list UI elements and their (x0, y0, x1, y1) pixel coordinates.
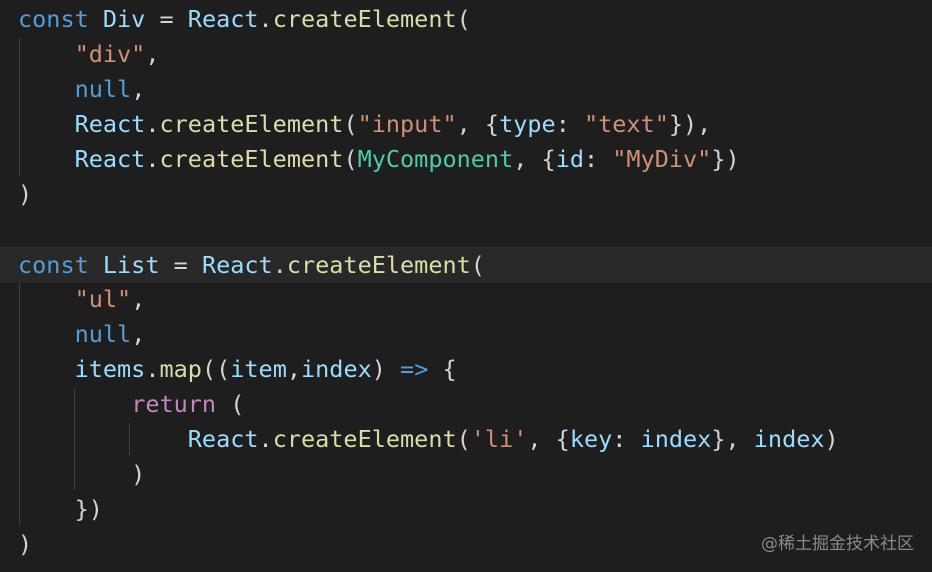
code-line: null, (0, 317, 932, 352)
code-token: : (555, 110, 584, 138)
code-line: ) (0, 177, 932, 212)
code-token: createElement (286, 251, 471, 279)
code-token: MyComponent (357, 145, 514, 173)
code-token: . (258, 5, 273, 33)
code-token: "text" (583, 110, 669, 138)
code-token: , (286, 355, 301, 383)
code-token: React (74, 145, 146, 173)
code-token: List (102, 251, 160, 279)
code-line: }) (0, 492, 932, 527)
code-token: . (258, 425, 273, 453)
code-token: ( (470, 251, 485, 279)
code-token: . (145, 145, 160, 173)
code-token: ( (343, 145, 358, 173)
code-token: . (145, 355, 160, 383)
code-token: return (131, 390, 217, 418)
code-token: : (583, 145, 613, 173)
code-token: map (159, 355, 202, 383)
code-token: "input" (357, 110, 457, 138)
code-line: items.map((item,index) => { (0, 352, 932, 387)
code-token: index (301, 355, 372, 383)
code-token: createElement (272, 425, 457, 453)
code-token: "div" (74, 40, 146, 68)
code-token: ( (456, 425, 471, 453)
code-line: React.createElement("input", {type: "tex… (0, 107, 932, 142)
code-token: React (74, 110, 146, 138)
code-token: ) (18, 460, 146, 488)
code-token: 'li' (470, 425, 528, 453)
code-token: ) (824, 425, 839, 453)
code-token: "ul" (74, 285, 132, 313)
code-token: }, (711, 425, 754, 453)
code-token: }) (18, 495, 103, 523)
code-token: : (612, 425, 641, 453)
code-token: = (159, 251, 202, 279)
code-token: , { (513, 145, 556, 173)
code-token: key (569, 425, 613, 453)
code-token: }) (711, 145, 740, 173)
code-token: type (499, 110, 556, 138)
code-token: const (18, 251, 103, 279)
code-token: . (272, 251, 287, 279)
code-token: . (145, 110, 160, 138)
code-token: ) (18, 530, 33, 558)
code-token: React (187, 5, 259, 33)
code-token: createElement (159, 145, 344, 173)
code-token: item (230, 355, 287, 383)
code-token: id (555, 145, 584, 173)
code-line: const Div = React.createElement( (0, 2, 932, 37)
code-line: React.createElement('li', {key: index}, … (0, 422, 932, 457)
code-editor[interactable]: const Div = React.createElement( "div", … (0, 0, 932, 572)
code-line: return ( (0, 387, 932, 422)
code-token: , (131, 75, 146, 103)
code-line: "div", (0, 37, 932, 72)
code-token: (( (201, 355, 231, 383)
code-token: ( (343, 110, 358, 138)
code-token: }), (668, 110, 712, 138)
code-token: ) (371, 355, 401, 383)
code-line: null, (0, 72, 932, 107)
code-token: , { (527, 425, 570, 453)
code-token: , (131, 320, 146, 348)
code-token: , { (456, 110, 500, 138)
code-token: ) (18, 180, 33, 208)
code-token: React (201, 251, 273, 279)
indent-guide (19, 283, 20, 525)
watermark: @稀土掘金技术社区 (761, 534, 914, 554)
indent-guide (74, 388, 75, 490)
code-token: => (400, 355, 429, 383)
code-token: createElement (159, 110, 344, 138)
code-token: , (131, 285, 146, 313)
code-token: ( (216, 390, 245, 418)
code-line: const List = React.createElement( (0, 247, 932, 282)
code-line: ) (0, 457, 932, 492)
code-token: , (145, 40, 160, 68)
code-token: index (640, 425, 712, 453)
code-token: = (145, 5, 188, 33)
code-token: index (753, 425, 825, 453)
code-token: React (187, 425, 259, 453)
code-token: const (18, 5, 103, 33)
code-line: React.createElement(MyComponent, {id: "M… (0, 142, 932, 177)
code-token: { (428, 355, 457, 383)
code-token: null (74, 75, 132, 103)
code-token: createElement (272, 5, 457, 33)
code-token: Div (102, 5, 146, 33)
code-line: "ul", (0, 282, 932, 317)
indent-guide (129, 423, 130, 455)
code-token: ( (456, 5, 471, 33)
code-token: "MyDiv" (612, 145, 712, 173)
code-token: null (74, 320, 132, 348)
code-token: items (74, 355, 146, 383)
indent-guide (19, 38, 20, 176)
